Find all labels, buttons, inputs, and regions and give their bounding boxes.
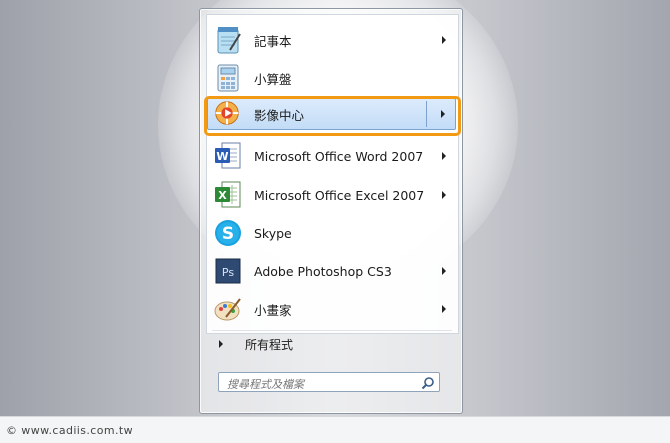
- menu-item-label: 小算盤: [254, 71, 292, 87]
- svg-text:S: S: [222, 224, 234, 244]
- menu-item-notepad[interactable]: 記事本: [207, 22, 456, 58]
- menu-item-skype[interactable]: S Skype: [207, 215, 456, 251]
- expand-arrow-icon: [219, 340, 223, 348]
- search-box[interactable]: [218, 372, 440, 394]
- menu-item-label: 小畫家: [254, 302, 292, 318]
- menu-item-label: Adobe Photoshop CS3: [254, 263, 392, 279]
- submenu-arrow-icon[interactable]: [442, 191, 446, 199]
- footer-text: © www.cadiis.com.tw: [6, 423, 133, 437]
- highlight-frame: [204, 96, 461, 136]
- submenu-arrow-icon[interactable]: [442, 152, 446, 160]
- menu-item-paint[interactable]: 小畫家: [207, 291, 456, 327]
- all-programs-label: 所有程式: [245, 337, 294, 352]
- menu-item-label: Skype: [254, 225, 292, 241]
- menu-divider: [212, 330, 452, 331]
- svg-text:W: W: [216, 150, 228, 163]
- submenu-arrow-icon[interactable]: [442, 36, 446, 44]
- search-icon[interactable]: [421, 375, 435, 390]
- footer-bar: © www.cadiis.com.tw: [0, 416, 670, 443]
- menu-item-label: Microsoft Office Excel 2007: [254, 187, 425, 203]
- menu-item-label: Microsoft Office Word 2007: [254, 148, 424, 164]
- menu-item-word[interactable]: W Microsoft Office Word 2007: [207, 138, 456, 174]
- paint-icon: [212, 293, 244, 325]
- notepad-icon: [212, 24, 244, 56]
- calculator-icon: [212, 62, 244, 94]
- skype-icon: S: [212, 217, 244, 249]
- menu-item-label: 記事本: [254, 33, 292, 49]
- excel-icon: X: [212, 179, 244, 211]
- submenu-arrow-icon[interactable]: [442, 267, 446, 275]
- menu-item-photoshop[interactable]: Ps Adobe Photoshop CS3: [207, 253, 456, 289]
- menu-item-excel[interactable]: X Microsoft Office Excel 2007: [207, 177, 456, 213]
- menu-item-calculator[interactable]: 小算盤: [207, 60, 456, 96]
- submenu-arrow-icon[interactable]: [442, 305, 446, 313]
- search-input[interactable]: [219, 375, 417, 394]
- word-icon: W: [212, 140, 244, 172]
- photoshop-icon: Ps: [212, 255, 244, 287]
- all-programs-button[interactable]: 所有程式: [207, 332, 456, 356]
- svg-text:X: X: [218, 189, 227, 202]
- svg-text:Ps: Ps: [222, 266, 234, 279]
